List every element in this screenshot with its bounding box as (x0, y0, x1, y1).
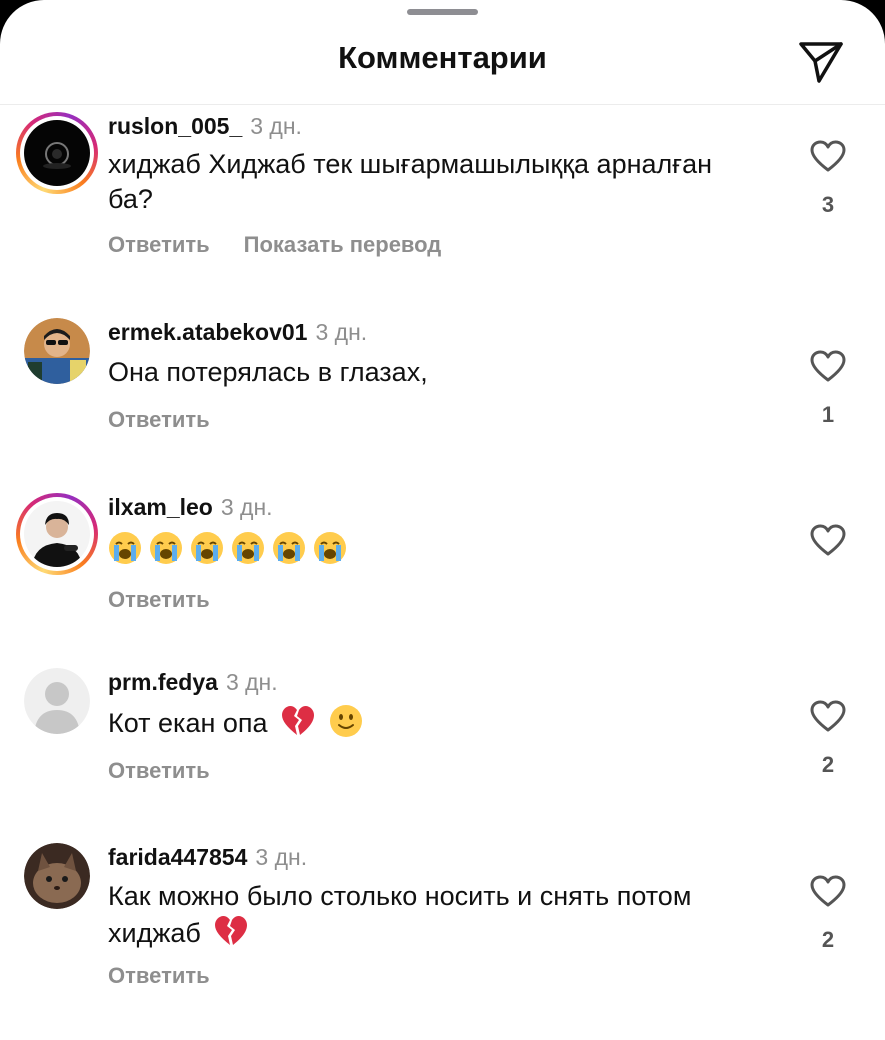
reply-button[interactable]: Ответить (108, 963, 210, 988)
broken-heart-icon (215, 916, 248, 945)
heart-icon[interactable] (810, 875, 846, 907)
comment-text: хиджаб Хиджаб тек шығармашылыққа арналға… (108, 149, 713, 214)
comment-text: Она потерялась в глазах, (108, 357, 428, 387)
sheet-grabber[interactable] (407, 9, 478, 15)
comment-actions: Ответить (108, 587, 210, 613)
comments-sheet: Комментарии ruslon_005_3 дн. хиджаб Хид (0, 0, 885, 1040)
like-count: 2 (821, 927, 835, 952)
loudly-crying-face-icon (191, 531, 223, 564)
heart-icon[interactable] (810, 700, 846, 732)
reply-button[interactable]: Ответить (108, 407, 210, 432)
like-control: 2 (808, 700, 848, 778)
avatar-image (24, 843, 90, 909)
avatar-image (24, 120, 90, 186)
comment-time: 3 дн. (225, 669, 278, 695)
avatar[interactable] (24, 668, 90, 734)
avatar[interactable] (16, 112, 98, 194)
avatar-image (24, 501, 90, 567)
avatar[interactable] (16, 493, 98, 575)
comments-header: Комментарии (0, 26, 885, 96)
reply-button[interactable]: Ответить (108, 232, 210, 257)
comment-username[interactable]: prm.fedya (108, 669, 218, 695)
comment-meta: ermek.atabekov01 3 дн. (108, 318, 367, 346)
comment-username[interactable]: farida447854 (108, 844, 247, 870)
comment-actions: Ответить (108, 758, 210, 784)
comment-username[interactable]: ilxam_leo (108, 494, 213, 520)
loudly-crying-face-icon (150, 531, 182, 564)
loudly-crying-face-icon (314, 531, 346, 564)
comment-meta: prm.fedya 3 дн. (108, 668, 278, 696)
comment-meta: farida447854 3 дн. (108, 843, 307, 871)
loudly-crying-face-icon (109, 531, 141, 564)
like-count: 2 (821, 752, 835, 777)
page-title: Комментарии (338, 40, 547, 75)
comment-username[interactable]: ruslon_005_ (108, 113, 242, 139)
comment-actions: Ответить (108, 407, 210, 433)
like-control: 2 (808, 875, 848, 953)
like-count: 3 (821, 192, 835, 217)
comment-text: Как можно было столько носить и снять по… (108, 881, 692, 948)
like-count: 1 (821, 402, 835, 427)
avatar[interactable] (24, 843, 90, 909)
comment-text-row: Как можно было столько носить и снять по… (108, 879, 768, 951)
avatar-image (24, 318, 90, 384)
comment-actions: Ответить (108, 963, 210, 989)
heart-icon[interactable] (810, 524, 846, 556)
heart-icon[interactable] (810, 140, 846, 172)
default-avatar-icon (24, 668, 90, 734)
comment-text-row: Кот екан опа (108, 704, 748, 741)
comment-text: Кот екан опа (108, 708, 268, 738)
broken-heart-icon (282, 706, 315, 735)
avatar[interactable] (24, 318, 90, 384)
comment-time: 3 дн. (220, 494, 273, 520)
reply-button[interactable]: Ответить (108, 587, 210, 612)
slightly-smiling-face-icon (329, 705, 362, 737)
reply-button[interactable]: Ответить (108, 758, 210, 783)
show-translation-button[interactable]: Показать перевод (244, 232, 442, 257)
comment-username[interactable]: ermek.atabekov01 (108, 319, 307, 345)
paper-plane-icon (799, 42, 843, 83)
comment-meta: ruslon_005_ 3 дн. (108, 112, 302, 140)
loudly-crying-face-icon (232, 531, 264, 564)
header-divider (0, 104, 885, 105)
loudly-crying-face-icon (273, 531, 305, 564)
comment-emojis (108, 529, 748, 565)
like-control (808, 524, 848, 556)
like-control: 3 (808, 140, 848, 218)
comment-meta: ilxam_leo 3 дн. (108, 493, 273, 521)
like-control: 1 (808, 350, 848, 428)
comment-time: 3 дн. (250, 113, 302, 139)
share-button[interactable] (797, 38, 845, 86)
comment-time: 3 дн. (315, 319, 368, 345)
comment-actions: Ответить Показать перевод (108, 232, 441, 258)
comment-time: 3 дн. (255, 844, 308, 870)
heart-icon[interactable] (810, 350, 846, 382)
